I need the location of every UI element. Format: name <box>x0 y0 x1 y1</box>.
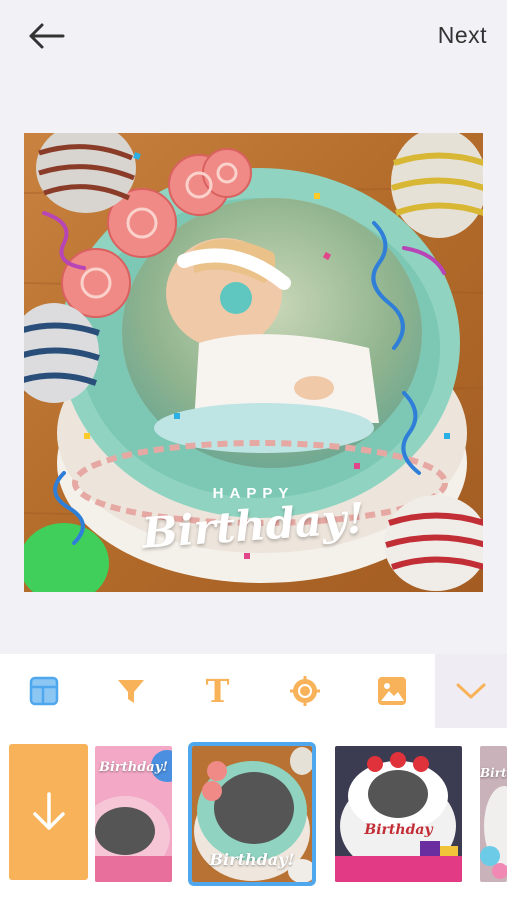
photo-canvas[interactable]: HAPPY Birthday! <box>24 133 483 592</box>
text-icon: T <box>205 672 230 710</box>
template-thumbnail[interactable]: Birthday! <box>95 746 172 882</box>
arrow-left-icon <box>29 23 65 49</box>
tool-text[interactable]: T <box>174 654 261 728</box>
tool-image[interactable] <box>348 654 435 728</box>
template-label: Birthday! <box>209 850 295 869</box>
template-thumbnail-selected[interactable]: Birthday! <box>188 742 316 886</box>
sticker-icon <box>289 676 320 706</box>
arrow-down-icon <box>32 792 65 830</box>
template-thumbnail[interactable]: Birthday <box>335 746 462 882</box>
template-preview <box>335 746 462 882</box>
edit-toolbar: T <box>0 654 507 728</box>
collapse-toolbar-button[interactable] <box>435 654 507 728</box>
next-button[interactable]: Next <box>438 22 487 49</box>
template-label: Birthday <box>480 766 507 780</box>
download-button[interactable] <box>9 744 88 880</box>
back-button[interactable] <box>24 18 68 54</box>
filter-icon <box>117 680 144 703</box>
layout-icon <box>29 676 58 706</box>
template-label: Birthday <box>364 822 433 838</box>
tool-sticker[interactable] <box>261 654 348 728</box>
template-label: Birthday! <box>98 760 168 775</box>
template-thumbnail[interactable]: Birthday <box>480 746 507 882</box>
chevron-down-icon <box>456 683 486 699</box>
template-strip[interactable]: Birthday! Birthday! Birthday Birt <box>0 728 507 900</box>
tool-layout[interactable] <box>0 654 87 728</box>
image-icon <box>377 677 406 705</box>
top-bar: Next <box>0 0 507 72</box>
tool-filter[interactable] <box>87 654 174 728</box>
